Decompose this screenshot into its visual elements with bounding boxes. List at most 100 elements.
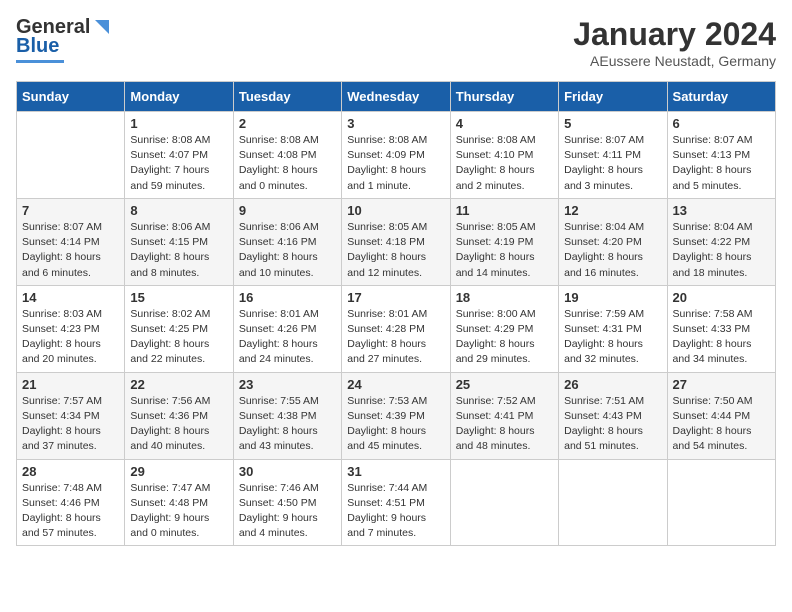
day-number: 30 xyxy=(239,464,336,479)
title-section: January 2024 AEussere Neustadt, Germany xyxy=(573,16,776,69)
day-info: Sunrise: 7:55 AM Sunset: 4:38 PM Dayligh… xyxy=(239,394,336,455)
day-header-wednesday: Wednesday xyxy=(342,82,450,112)
day-header-tuesday: Tuesday xyxy=(233,82,341,112)
day-info: Sunrise: 8:01 AM Sunset: 4:28 PM Dayligh… xyxy=(347,307,444,368)
day-number: 28 xyxy=(22,464,119,479)
day-number: 31 xyxy=(347,464,444,479)
calendar-cell: 1Sunrise: 8:08 AM Sunset: 4:07 PM Daylig… xyxy=(125,112,233,199)
calendar-cell xyxy=(450,459,558,546)
day-number: 9 xyxy=(239,203,336,218)
day-number: 6 xyxy=(673,116,770,131)
day-number: 7 xyxy=(22,203,119,218)
calendar-cell: 24Sunrise: 7:53 AM Sunset: 4:39 PM Dayli… xyxy=(342,372,450,459)
day-number: 27 xyxy=(673,377,770,392)
calendar-cell: 11 Sunrise: 8:05 AM Sunset: 4:19 PM Dayli… xyxy=(450,198,558,285)
day-number: 15 xyxy=(130,290,227,305)
day-number: 3 xyxy=(347,116,444,131)
calendar-cell: 20 Sunrise: 7:58 AM Sunset: 4:33 PM Dayli… xyxy=(667,285,775,372)
calendar-cell: 26Sunrise: 7:51 AM Sunset: 4:43 PM Dayli… xyxy=(559,372,667,459)
calendar-cell: 16 Sunrise: 8:01 AM Sunset: 4:26 PM Dayli… xyxy=(233,285,341,372)
logo-underline xyxy=(16,60,64,63)
calendar-cell: 13 Sunrise: 8:04 AM Sunset: 4:22 PM Dayli… xyxy=(667,198,775,285)
month-title: January 2024 xyxy=(573,16,776,53)
day-number: 29 xyxy=(130,464,227,479)
day-info: Sunrise: 7:52 AM Sunset: 4:41 PM Dayligh… xyxy=(456,394,553,455)
calendar-cell: 4 Sunrise: 8:08 AM Sunset: 4:10 PM Daylig… xyxy=(450,112,558,199)
day-info: Sunrise: 8:07 AM Sunset: 4:13 PM Dayligh… xyxy=(673,133,770,194)
calendar-cell: 27 Sunrise: 7:50 AM Sunset: 4:44 PM Dayli… xyxy=(667,372,775,459)
day-info: Sunrise: 8:07 AM Sunset: 4:11 PM Dayligh… xyxy=(564,133,661,194)
day-info: Sunrise: 8:08 AM Sunset: 4:08 PM Dayligh… xyxy=(239,133,336,194)
calendar-cell: 10 Sunrise: 8:05 AM Sunset: 4:18 PM Dayli… xyxy=(342,198,450,285)
day-info: Sunrise: 7:57 AM Sunset: 4:34 PM Dayligh… xyxy=(22,394,119,455)
day-info: Sunrise: 7:59 AM Sunset: 4:31 PM Dayligh… xyxy=(564,307,661,368)
calendar-cell: 7 Sunrise: 8:07 AM Sunset: 4:14 PM Daylig… xyxy=(17,198,125,285)
day-info: Sunrise: 8:08 AM Sunset: 4:07 PM Dayligh… xyxy=(130,133,227,194)
calendar-cell: 25 Sunrise: 7:52 AM Sunset: 4:41 PM Dayli… xyxy=(450,372,558,459)
calendar-cell: 28Sunrise: 7:48 AM Sunset: 4:46 PM Dayli… xyxy=(17,459,125,546)
calendar-cell: 14 Sunrise: 8:03 AM Sunset: 4:23 PM Dayli… xyxy=(17,285,125,372)
day-number: 21 xyxy=(22,377,119,392)
calendar-cell: 31 Sunrise: 7:44 AM Sunset: 4:51 PM Dayli… xyxy=(342,459,450,546)
day-info: Sunrise: 8:01 AM Sunset: 4:26 PM Dayligh… xyxy=(239,307,336,368)
day-info: Sunrise: 7:46 AM Sunset: 4:50 PM Dayligh… xyxy=(239,481,336,542)
calendar-cell xyxy=(559,459,667,546)
day-info: Sunrise: 7:56 AM Sunset: 4:36 PM Dayligh… xyxy=(130,394,227,455)
day-number: 25 xyxy=(456,377,553,392)
calendar-table: SundayMondayTuesdayWednesdayThursdayFrid… xyxy=(16,81,776,546)
logo-blue: Blue xyxy=(16,35,59,58)
day-number: 19 xyxy=(564,290,661,305)
calendar-cell: 15 Sunrise: 8:02 AM Sunset: 4:25 PM Dayli… xyxy=(125,285,233,372)
day-header-thursday: Thursday xyxy=(450,82,558,112)
day-info: Sunrise: 8:04 AM Sunset: 4:20 PM Dayligh… xyxy=(564,220,661,281)
day-header-monday: Monday xyxy=(125,82,233,112)
calendar-cell: 19 Sunrise: 7:59 AM Sunset: 4:31 PM Dayli… xyxy=(559,285,667,372)
day-info: Sunrise: 8:08 AM Sunset: 4:10 PM Dayligh… xyxy=(456,133,553,194)
day-header-saturday: Saturday xyxy=(667,82,775,112)
day-info: Sunrise: 7:58 AM Sunset: 4:33 PM Dayligh… xyxy=(673,307,770,368)
calendar-cell: 22 Sunrise: 7:56 AM Sunset: 4:36 PM Dayli… xyxy=(125,372,233,459)
day-number: 14 xyxy=(22,290,119,305)
day-info: Sunrise: 8:02 AM Sunset: 4:25 PM Dayligh… xyxy=(130,307,227,368)
day-number: 12 xyxy=(564,203,661,218)
day-header-sunday: Sunday xyxy=(17,82,125,112)
day-number: 11 xyxy=(456,203,553,218)
day-number: 20 xyxy=(673,290,770,305)
day-info: Sunrise: 8:07 AM Sunset: 4:14 PM Dayligh… xyxy=(22,220,119,281)
calendar-cell: 6 Sunrise: 8:07 AM Sunset: 4:13 PM Daylig… xyxy=(667,112,775,199)
day-info: Sunrise: 7:50 AM Sunset: 4:44 PM Dayligh… xyxy=(673,394,770,455)
calendar-cell: 8Sunrise: 8:06 AM Sunset: 4:15 PM Daylig… xyxy=(125,198,233,285)
calendar-cell: 18Sunrise: 8:00 AM Sunset: 4:29 PM Dayli… xyxy=(450,285,558,372)
calendar-cell xyxy=(667,459,775,546)
day-info: Sunrise: 8:05 AM Sunset: 4:19 PM Dayligh… xyxy=(456,220,553,281)
day-number: 8 xyxy=(130,203,227,218)
day-number: 22 xyxy=(130,377,227,392)
day-header-friday: Friday xyxy=(559,82,667,112)
calendar-week-3: 14 Sunrise: 8:03 AM Sunset: 4:23 PM Dayli… xyxy=(17,285,776,372)
calendar-cell: 2Sunrise: 8:08 AM Sunset: 4:08 PM Daylig… xyxy=(233,112,341,199)
calendar-cell: 9 Sunrise: 8:06 AM Sunset: 4:16 PM Daylig… xyxy=(233,198,341,285)
calendar-cell: 29Sunrise: 7:47 AM Sunset: 4:48 PM Dayli… xyxy=(125,459,233,546)
calendar-cell xyxy=(17,112,125,199)
day-info: Sunrise: 8:03 AM Sunset: 4:23 PM Dayligh… xyxy=(22,307,119,368)
day-number: 5 xyxy=(564,116,661,131)
calendar-cell: 3Sunrise: 8:08 AM Sunset: 4:09 PM Daylig… xyxy=(342,112,450,199)
day-number: 16 xyxy=(239,290,336,305)
calendar-week-2: 7 Sunrise: 8:07 AM Sunset: 4:14 PM Daylig… xyxy=(17,198,776,285)
day-number: 10 xyxy=(347,203,444,218)
day-info: Sunrise: 8:06 AM Sunset: 4:16 PM Dayligh… xyxy=(239,220,336,281)
calendar-cell: 23Sunrise: 7:55 AM Sunset: 4:38 PM Dayli… xyxy=(233,372,341,459)
day-info: Sunrise: 8:04 AM Sunset: 4:22 PM Dayligh… xyxy=(673,220,770,281)
calendar-week-1: 1Sunrise: 8:08 AM Sunset: 4:07 PM Daylig… xyxy=(17,112,776,199)
day-info: Sunrise: 7:44 AM Sunset: 4:51 PM Dayligh… xyxy=(347,481,444,542)
calendar-header-row: SundayMondayTuesdayWednesdayThursdayFrid… xyxy=(17,82,776,112)
day-info: Sunrise: 8:05 AM Sunset: 4:18 PM Dayligh… xyxy=(347,220,444,281)
day-number: 4 xyxy=(456,116,553,131)
day-number: 13 xyxy=(673,203,770,218)
calendar-cell: 30 Sunrise: 7:46 AM Sunset: 4:50 PM Dayli… xyxy=(233,459,341,546)
logo: General Blue xyxy=(16,16,113,63)
day-number: 24 xyxy=(347,377,444,392)
day-info: Sunrise: 8:00 AM Sunset: 4:29 PM Dayligh… xyxy=(456,307,553,368)
calendar-cell: 5 Sunrise: 8:07 AM Sunset: 4:11 PM Daylig… xyxy=(559,112,667,199)
calendar-week-5: 28Sunrise: 7:48 AM Sunset: 4:46 PM Dayli… xyxy=(17,459,776,546)
